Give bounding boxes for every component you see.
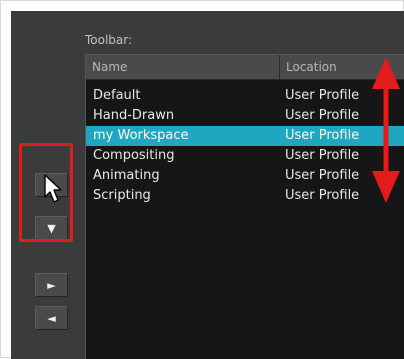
list-item-name: Default: [93, 88, 141, 103]
list-item-location: User Profile: [285, 188, 360, 203]
list-item[interactable]: Scripting User Profile: [86, 186, 404, 206]
list-item-location: User Profile: [285, 108, 360, 123]
list-item-location: User Profile: [285, 88, 360, 103]
move-up-button[interactable]: ▲: [35, 173, 68, 197]
arrow-down-icon: ▼: [47, 221, 56, 235]
arrow-left-icon: ◄: [47, 311, 56, 325]
list-item[interactable]: Animating User Profile: [86, 166, 404, 186]
toolbar-manager-panel: Toolbar: ▲ ▼ ► ◄ Name Location Default Us…: [11, 11, 404, 359]
list-item[interactable]: Compositing User Profile: [86, 146, 404, 166]
dialog-frame: Toolbar: ▲ ▼ ► ◄ Name Location Default Us…: [0, 0, 404, 359]
toolbar-label: Toolbar:: [85, 33, 133, 47]
list-item[interactable]: Hand-Drawn User Profile: [86, 106, 404, 126]
list-item[interactable]: my Workspace User Profile: [86, 126, 404, 146]
list-item-location: User Profile: [285, 128, 360, 143]
list-item-name: Animating: [93, 168, 160, 183]
list-header: Name Location: [86, 55, 404, 80]
list-item-name: Compositing: [93, 148, 175, 163]
arrow-up-icon: ▲: [47, 178, 56, 192]
arrow-right-icon: ►: [47, 278, 56, 292]
list-item-name: Hand-Drawn: [93, 108, 175, 123]
list-item-name: Scripting: [93, 188, 151, 203]
list-item[interactable]: Default User Profile: [86, 86, 404, 106]
list-item-location: User Profile: [285, 148, 360, 163]
workspace-list[interactable]: Name Location Default User Profile Hand-Dr…: [85, 54, 404, 359]
column-header-name[interactable]: Name: [86, 55, 280, 79]
move-left-button[interactable]: ◄: [35, 306, 68, 330]
list-item-location: User Profile: [285, 168, 360, 183]
move-right-button[interactable]: ►: [35, 273, 68, 297]
move-down-button[interactable]: ▼: [35, 216, 68, 240]
list-item-name: my Workspace: [93, 128, 189, 143]
column-header-location[interactable]: Location: [280, 55, 370, 79]
